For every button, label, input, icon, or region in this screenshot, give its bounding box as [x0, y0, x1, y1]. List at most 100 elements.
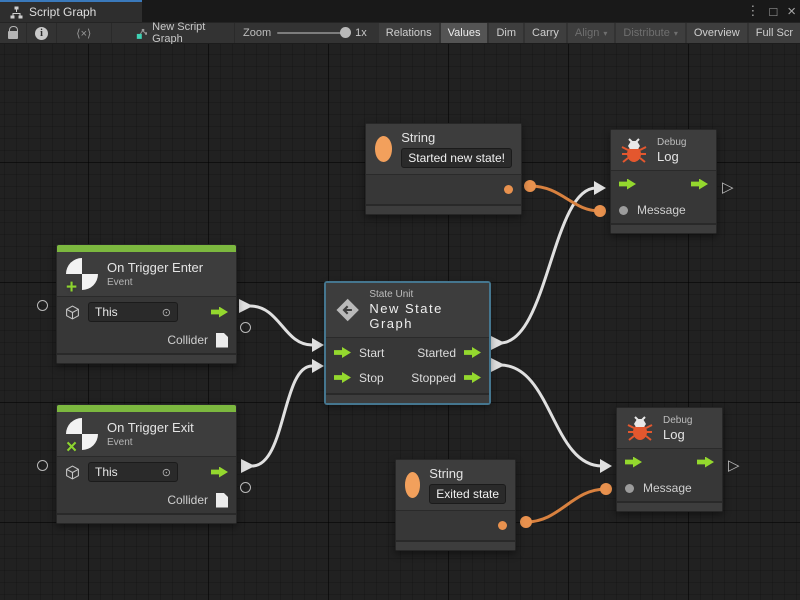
stop-label: Stop: [359, 371, 384, 385]
node-debug-log-top[interactable]: Debug Log Message: [610, 129, 717, 234]
x-badge: ×: [66, 438, 77, 457]
node-footer: [326, 393, 489, 403]
node-header: × On Trigger Exit Event: [57, 412, 236, 457]
node-string-bottom[interactable]: String Exited state: [395, 459, 516, 551]
start-row: Start Started: [326, 340, 489, 365]
collider-label: Collider: [167, 493, 208, 507]
trigger-enter-target-port[interactable]: [37, 300, 48, 311]
flow-port-row: [617, 449, 722, 475]
node-on-trigger-enter[interactable]: + On Trigger Enter Event This ⊙: [56, 244, 237, 364]
node-footer: [57, 513, 236, 523]
graph-toolbar: i ⟨×⟩ New Script Graph Zoom 1x Relations…: [0, 22, 800, 44]
message-row: Message: [611, 197, 716, 223]
debug-bug-icon: [626, 414, 654, 442]
node-on-trigger-exit[interactable]: × On Trigger Exit Event This ⊙ C: [56, 404, 237, 524]
graph-canvas[interactable]: String Started new state!: [0, 44, 800, 600]
collider-output-port[interactable]: [216, 493, 228, 508]
overview-button[interactable]: Overview: [687, 23, 747, 43]
node-title: String: [429, 466, 506, 481]
zoom-slider[interactable]: [277, 32, 349, 34]
wire-stopped-to-log[interactable]: [491, 358, 612, 473]
dim-button[interactable]: Dim: [489, 23, 523, 43]
node-header: Debug Log: [617, 408, 722, 449]
debug-top-exit-port[interactable]: ▷: [722, 180, 734, 195]
stop-input-port[interactable]: [334, 372, 351, 383]
state-unit-icon: [335, 296, 360, 324]
node-state-unit[interactable]: State Unit New State Graph Start Started…: [325, 282, 490, 404]
string-type-icon: [375, 136, 392, 162]
node-debug-log-bottom[interactable]: Debug Log Message: [616, 407, 723, 512]
visual-scripting-window: Script Graph ⋮ □ × i ⟨×⟩ New Script Grap…: [0, 0, 800, 600]
object-picker-icon[interactable]: ⊙: [162, 306, 171, 319]
trigger-exit-collider-port[interactable]: [240, 482, 251, 493]
maximize-icon[interactable]: □: [769, 4, 777, 19]
node-header: + On Trigger Enter Event: [57, 252, 236, 297]
collider-row: Collider: [57, 487, 236, 513]
string-value-field[interactable]: Started new state!: [401, 148, 512, 168]
node-title: On Trigger Exit: [107, 420, 194, 435]
fullscreen-button[interactable]: Full Scr: [749, 23, 800, 43]
target-value: This: [95, 465, 118, 479]
menu-icon[interactable]: ⋮: [746, 3, 759, 19]
collider-label: Collider: [167, 333, 208, 347]
trigger-exit-target-port[interactable]: [37, 460, 48, 471]
info-button[interactable]: i: [27, 23, 57, 43]
target-object-field[interactable]: This ⊙: [88, 302, 178, 322]
value-output-port[interactable]: [498, 521, 507, 530]
target-object-field[interactable]: This ⊙: [88, 462, 178, 482]
stopped-output-port[interactable]: [464, 372, 481, 383]
plus-badge: +: [66, 278, 77, 297]
target-value: This: [95, 305, 118, 319]
flow-output-port[interactable]: [691, 179, 708, 190]
tab-bar: Script Graph ⋮ □ ×: [0, 0, 800, 22]
breadcrumb[interactable]: New Script Graph: [126, 23, 235, 43]
node-footer: [366, 204, 521, 214]
message-input-port[interactable]: [619, 206, 628, 215]
node-string-top[interactable]: String Started new state!: [365, 123, 522, 215]
node-header: String Started new state!: [366, 124, 521, 175]
wire-string-to-message-bottom[interactable]: [520, 483, 612, 528]
distribute-dropdown[interactable]: Distribute ▾: [616, 23, 684, 43]
string-type-icon: [405, 472, 420, 498]
relations-button[interactable]: Relations: [379, 23, 439, 43]
debug-bottom-exit-port[interactable]: ▷: [728, 458, 740, 473]
values-button[interactable]: Values: [441, 23, 488, 43]
string-value-field[interactable]: Exited state: [429, 484, 506, 504]
code-preview-button[interactable]: ⟨×⟩: [57, 23, 112, 43]
node-footer: [611, 223, 716, 233]
trigger-enter-collider-port[interactable]: [240, 322, 251, 333]
node-header: String Exited state: [396, 460, 515, 511]
start-input-port[interactable]: [334, 347, 351, 358]
collider-output-port[interactable]: [216, 333, 228, 348]
node-footer: [617, 501, 722, 511]
window-controls: ⋮ □ ×: [746, 0, 796, 22]
value-output-port[interactable]: [504, 185, 513, 194]
wire-enter-to-start[interactable]: [239, 299, 324, 352]
start-label: Start: [359, 346, 384, 360]
message-input-port[interactable]: [625, 484, 634, 493]
flow-output-port[interactable]: [211, 467, 228, 478]
game-object-icon: [65, 465, 80, 480]
lock-button[interactable]: [0, 23, 27, 43]
wire-string-to-message-top[interactable]: [524, 180, 606, 217]
node-title: New State Graph: [369, 301, 480, 331]
script-graph-icon: [10, 6, 23, 19]
message-label: Message: [637, 203, 686, 217]
flow-output-port[interactable]: [211, 307, 228, 318]
zoom-slider-handle[interactable]: [340, 27, 351, 38]
wire-exit-to-stop[interactable]: [241, 359, 324, 473]
tab-script-graph[interactable]: Script Graph: [0, 0, 142, 22]
collider-row: Collider: [57, 327, 236, 353]
flow-input-port[interactable]: [625, 457, 642, 468]
stopped-label: Stopped: [411, 371, 456, 385]
started-output-port[interactable]: [464, 347, 481, 358]
flow-input-port[interactable]: [619, 179, 636, 190]
carry-button[interactable]: Carry: [525, 23, 566, 43]
node-header: Debug Log: [611, 130, 716, 171]
target-row: This ⊙: [57, 297, 236, 327]
align-dropdown[interactable]: Align ▾: [568, 23, 614, 43]
object-picker-icon[interactable]: ⊙: [162, 466, 171, 479]
close-icon[interactable]: ×: [787, 3, 796, 20]
flow-output-port[interactable]: [697, 457, 714, 468]
lock-icon: [8, 31, 18, 39]
